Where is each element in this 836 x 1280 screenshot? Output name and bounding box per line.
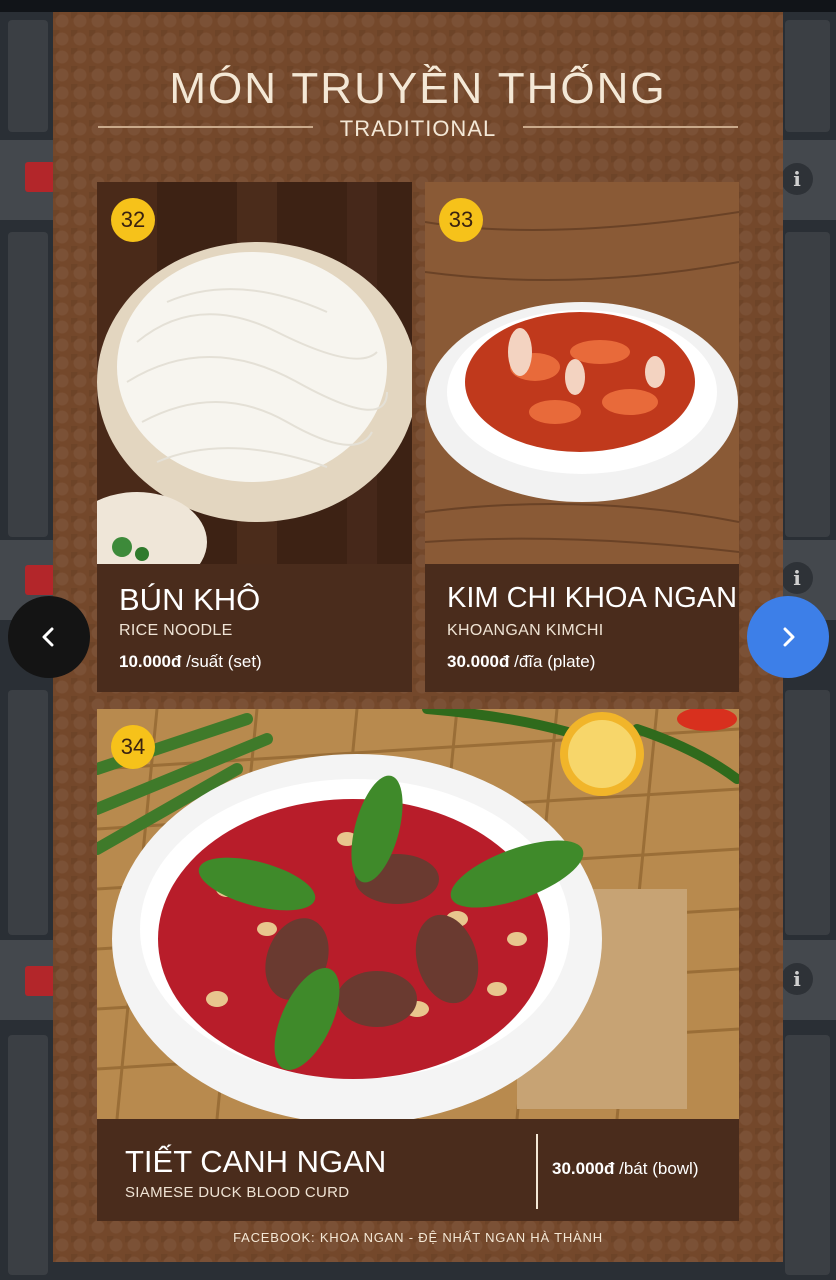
poster-subtitle: TRADITIONAL bbox=[339, 116, 497, 141]
background-card bbox=[8, 20, 48, 132]
background-card bbox=[785, 1035, 830, 1275]
price-unit: /bát (bowl) bbox=[619, 1159, 699, 1178]
menu-item: 32 BÚN KHÔ RICE NOODLE 10.000đ /suất (se… bbox=[97, 182, 412, 692]
item-subtitle: SIAMESE DUCK BLOOD CURD bbox=[125, 1184, 350, 1201]
kimchi-photo bbox=[425, 182, 739, 564]
chevron-right-icon bbox=[783, 627, 795, 647]
item-price: 10.000đ /suất (set) bbox=[119, 652, 262, 672]
price-unit: /đĩa (plate) bbox=[514, 652, 596, 671]
menu-poster: MÓN TRUYỀN THỐNG TRADITIONAL 32 BÚN KHÔ … bbox=[53, 12, 783, 1262]
item-number-badge: 33 bbox=[439, 198, 483, 242]
previous-button[interactable] bbox=[8, 596, 90, 678]
background-card bbox=[785, 20, 830, 132]
background-card bbox=[8, 232, 48, 537]
item-number-badge: 34 bbox=[111, 725, 155, 769]
image-badge-icon bbox=[25, 565, 55, 595]
info-icon: i bbox=[781, 163, 813, 195]
rice-noodle-photo bbox=[97, 182, 412, 564]
price-divider bbox=[536, 1134, 538, 1209]
poster-title: MÓN TRUYỀN THỐNG bbox=[169, 64, 667, 113]
next-button[interactable] bbox=[747, 596, 829, 678]
top-bar bbox=[0, 0, 836, 12]
background-card bbox=[785, 232, 830, 537]
price-unit: /suất (set) bbox=[186, 652, 262, 671]
background-card bbox=[785, 690, 830, 935]
divider bbox=[523, 126, 738, 128]
background-card bbox=[8, 1035, 48, 1275]
item-subtitle: RICE NOODLE bbox=[119, 622, 233, 639]
price-value: 10.000đ bbox=[119, 652, 182, 671]
image-badge-icon bbox=[25, 162, 55, 192]
duck-blood-curd-photo bbox=[97, 709, 739, 1119]
item-number-badge: 32 bbox=[111, 198, 155, 242]
background-card bbox=[8, 690, 48, 935]
menu-item: 34 TIẾT CANH NGAN SIAMESE DUCK BLOOD CUR… bbox=[97, 709, 739, 1221]
item-name: KIM CHI KHOA NGAN bbox=[447, 582, 738, 614]
image-badge-icon bbox=[25, 966, 55, 996]
item-price: 30.000đ /bát (bowl) bbox=[552, 1159, 699, 1179]
item-subtitle: KHOANGAN KIMCHI bbox=[447, 622, 604, 639]
chevron-left-icon bbox=[42, 627, 54, 647]
poster-footer: FACEBOOK: KHOA NGAN - ĐỆ NHẤT NGAN HÀ TH… bbox=[233, 1230, 603, 1245]
item-name: TIẾT CANH NGAN bbox=[125, 1144, 387, 1179]
price-value: 30.000đ bbox=[447, 652, 510, 671]
info-icon: i bbox=[781, 963, 813, 995]
price-value: 30.000đ bbox=[552, 1159, 615, 1178]
info-icon: i bbox=[781, 562, 813, 594]
menu-item: 33 KIM CHI KHOA NGAN KHOANGAN KIMCHI 30.… bbox=[425, 182, 739, 692]
item-name: BÚN KHÔ bbox=[119, 582, 261, 617]
item-price: 30.000đ /đĩa (plate) bbox=[447, 652, 595, 672]
